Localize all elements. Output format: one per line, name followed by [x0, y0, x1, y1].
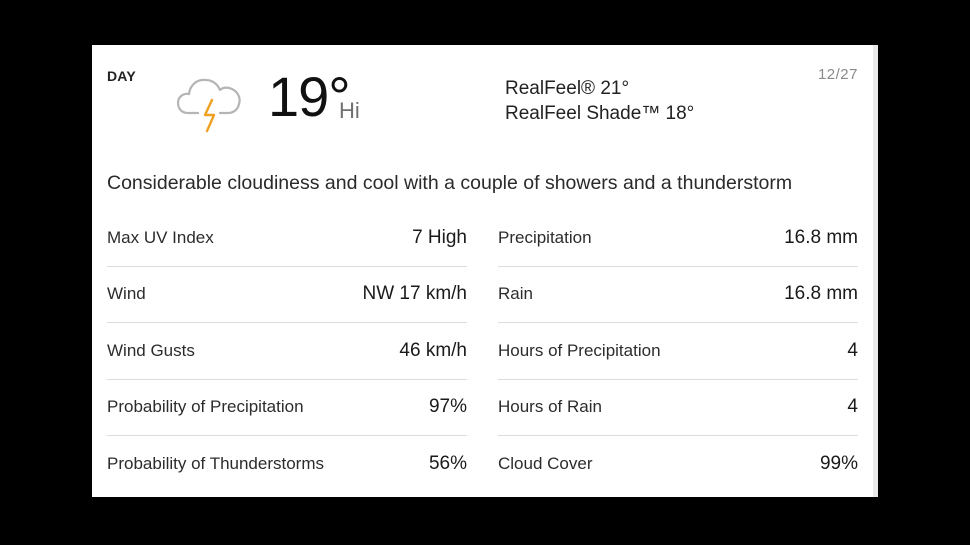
detail-label: Probability of Precipitation: [107, 397, 304, 417]
detail-value: 99%: [819, 453, 858, 475]
detail-value: 56%: [428, 453, 467, 475]
details-grid: Max UV Index 7 High Wind NW 17 km/h Wind…: [107, 210, 858, 493]
details-right-column: Precipitation 16.8 mm Rain 16.8 mm Hours…: [498, 210, 858, 493]
detail-row-hours-of-precipitation: Hours of Precipitation 4: [498, 323, 858, 380]
detail-value: 16.8 mm: [784, 283, 858, 305]
detail-value: NW 17 km/h: [362, 283, 467, 305]
detail-value: 4: [847, 396, 858, 418]
realfeel-block: RealFeel® 21° RealFeel Shade™ 18°: [505, 76, 694, 126]
detail-value: 7 High: [412, 226, 467, 248]
detail-label: Hours of Rain: [498, 397, 602, 417]
forecast-phrase: Considerable cloudiness and cool with a …: [107, 172, 793, 194]
period-label: DAY: [107, 68, 136, 84]
detail-value: 97%: [428, 396, 467, 418]
detail-label: Hours of Precipitation: [498, 340, 661, 360]
detail-row-wind: Wind NW 17 km/h: [107, 267, 467, 323]
detail-row-wind-gusts: Wind Gusts 46 km/h: [107, 323, 467, 380]
forecast-date: 12/27: [817, 66, 858, 83]
detail-label: Wind: [107, 284, 146, 304]
detail-row-precipitation: Precipitation 16.8 mm: [498, 210, 858, 267]
realfeel-shade: RealFeel Shade™ 18°: [505, 103, 695, 124]
detail-label: Cloud Cover: [498, 454, 593, 474]
detail-row-max-uv-index: Max UV Index 7 High: [107, 210, 467, 267]
scrollbar-track[interactable]: [873, 45, 878, 497]
detail-row-probability-of-precipitation: Probability of Precipitation 97%: [107, 380, 467, 436]
detail-label: Rain: [498, 284, 533, 304]
thunderstorm-cloud-icon: [176, 78, 241, 133]
detail-label: Max UV Index: [107, 227, 214, 247]
temperature: 19°: [268, 65, 351, 128]
realfeel: RealFeel® 21°: [505, 78, 630, 99]
detail-label: Probability of Thunderstorms: [107, 454, 325, 474]
detail-row-cloud-cover: Cloud Cover 99%: [498, 436, 858, 493]
detail-value: 4: [847, 339, 858, 361]
detail-label: Precipitation: [498, 227, 592, 247]
detail-label: Wind Gusts: [107, 340, 195, 360]
detail-row-rain: Rain 16.8 mm: [498, 267, 858, 323]
temperature-hi-label: Hi: [339, 98, 360, 123]
detail-row-probability-of-thunderstorms: Probability of Thunderstorms 56%: [107, 436, 467, 493]
detail-value: 16.8 mm: [784, 226, 858, 248]
forecast-card: DAY 19° Hi RealFeel® 21° RealFeel Shade™…: [92, 45, 878, 497]
details-left-column: Max UV Index 7 High Wind NW 17 km/h Wind…: [107, 210, 467, 493]
detail-value: 46 km/h: [399, 339, 467, 361]
detail-row-hours-of-rain: Hours of Rain 4: [498, 380, 858, 436]
